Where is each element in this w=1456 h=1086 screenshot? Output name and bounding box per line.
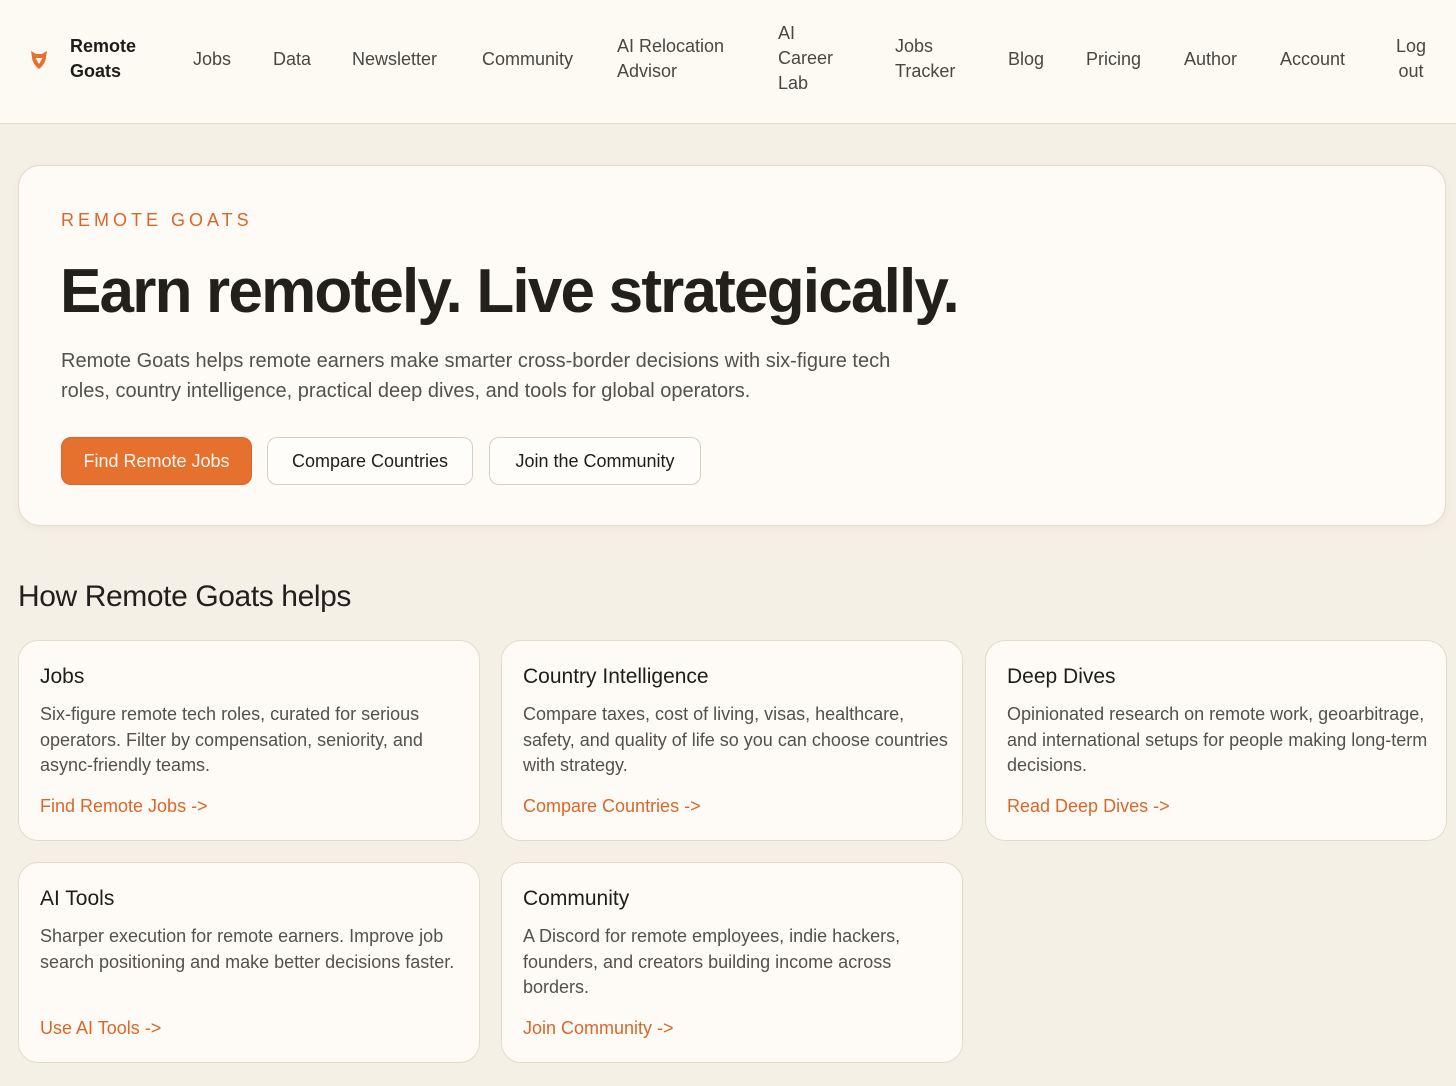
feature-card-ai-tools: AI Tools Sharper execution for remote ea… bbox=[18, 862, 480, 1063]
card-title: Jobs bbox=[40, 665, 85, 688]
feature-card-country-intelligence: Country Intelligence Compare taxes, cost… bbox=[501, 640, 963, 841]
card-title: Country Intelligence bbox=[523, 665, 709, 688]
hero-title: Earn remotely. Live strategically. bbox=[60, 257, 960, 326]
card-description: Six-figure remote tech roles, curated fo… bbox=[40, 704, 423, 775]
card-description: Compare taxes, cost of living, visas, he… bbox=[523, 704, 948, 775]
feature-card-deep-dives: Deep Dives Opinionated research on remot… bbox=[985, 640, 1447, 841]
nav-pricing[interactable]: Pricing bbox=[1086, 47, 1141, 72]
top-navigation: Remote Goats Jobs Data Newsletter Commun… bbox=[0, 0, 1456, 124]
nav-jobs[interactable]: Jobs bbox=[193, 47, 231, 72]
read-deep-dives-link[interactable]: Read Deep Dives -> bbox=[1007, 796, 1170, 817]
nav-blog[interactable]: Blog bbox=[1008, 47, 1044, 72]
section-title: How Remote Goats helps bbox=[18, 580, 352, 613]
nav-jobs-tracker[interactable]: Jobs Tracker bbox=[895, 34, 965, 84]
join-community-button[interactable]: Join the Community bbox=[489, 437, 701, 485]
use-ai-tools-link[interactable]: Use AI Tools -> bbox=[40, 1018, 161, 1039]
card-title: Deep Dives bbox=[1007, 665, 1116, 688]
hero-description: Remote Goats helps remote earners make s… bbox=[61, 350, 891, 402]
hero-card: REMOTE GOATS Earn remotely. Live strateg… bbox=[18, 165, 1446, 526]
join-community-link[interactable]: Join Community -> bbox=[523, 1018, 674, 1039]
nav-account[interactable]: Account bbox=[1280, 47, 1345, 72]
nav-ai-relocation-advisor[interactable]: AI Relocation Advisor bbox=[617, 34, 735, 84]
feature-card-jobs: Jobs Six-figure remote tech roles, curat… bbox=[18, 640, 480, 841]
card-title: Community bbox=[523, 887, 630, 910]
nav-author[interactable]: Author bbox=[1184, 47, 1237, 72]
hero-eyebrow: REMOTE GOATS bbox=[61, 210, 253, 230]
find-remote-jobs-button[interactable]: Find Remote Jobs bbox=[61, 437, 252, 485]
compare-countries-link[interactable]: Compare Countries -> bbox=[523, 796, 701, 817]
nav-log-out[interactable]: Log out bbox=[1393, 34, 1429, 84]
nav-newsletter[interactable]: Newsletter bbox=[352, 47, 437, 72]
card-description: Sharper execution for remote earners. Im… bbox=[40, 926, 455, 972]
nav-data[interactable]: Data bbox=[273, 47, 311, 72]
brand-link[interactable]: Remote Goats bbox=[28, 34, 150, 84]
compare-countries-button[interactable]: Compare Countries bbox=[267, 437, 473, 485]
goat-logo-icon bbox=[31, 51, 47, 69]
card-description: Opinionated research on remote work, geo… bbox=[1007, 704, 1428, 775]
card-title: AI Tools bbox=[40, 887, 115, 910]
brand-name: Remote Goats bbox=[70, 36, 137, 81]
card-description: A Discord for remote employees, indie ha… bbox=[523, 926, 901, 997]
nav-ai-career-lab[interactable]: AI Career Lab bbox=[778, 21, 840, 96]
find-remote-jobs-link[interactable]: Find Remote Jobs -> bbox=[40, 796, 208, 817]
nav-community[interactable]: Community bbox=[482, 47, 573, 72]
feature-card-community: Community A Discord for remote employees… bbox=[501, 862, 963, 1063]
